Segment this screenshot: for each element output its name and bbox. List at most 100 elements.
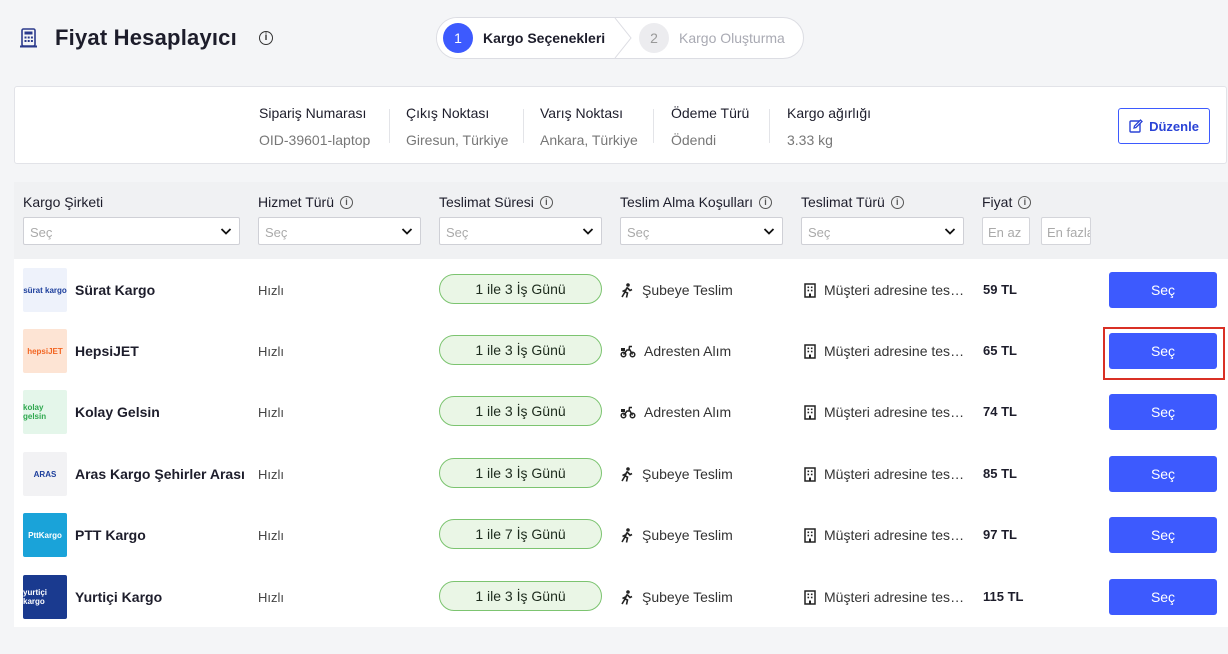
select-placeholder: Seç — [30, 225, 53, 240]
summary-payment: Ödeme Türü Ödendi — [671, 105, 749, 148]
pickup-condition: Adresten Alım — [620, 343, 731, 359]
delivery-label: Müşteri adresine teslimat — [824, 404, 966, 420]
column-label: Hizmet Türü — [258, 194, 334, 210]
delivery-label: Müşteri adresine teslimat — [824, 527, 966, 543]
building-icon — [804, 282, 816, 298]
carrier-name: Sürat Kargo — [75, 282, 156, 298]
service-type: Hızlı — [258, 283, 284, 298]
select-carrier-button[interactable]: Seç — [1109, 517, 1217, 553]
price: 85 TL — [983, 466, 1017, 481]
delivery-filter-select[interactable]: Seç — [801, 217, 964, 245]
step-2-label: Kargo Oluşturma — [679, 30, 785, 46]
summary-origin: Çıkış Noktası Giresun, Türkiye — [406, 105, 508, 148]
service-type: Hızlı — [258, 528, 284, 543]
select-carrier-button[interactable]: Seç — [1109, 579, 1217, 615]
carrier-name: PTT Kargo — [75, 527, 146, 543]
step-chevron-icon — [614, 18, 632, 58]
pickup-filter-select[interactable]: Seç — [620, 217, 783, 245]
column-header-price: Fiyat i — [982, 194, 1032, 210]
chevron-down-icon — [763, 228, 775, 235]
info-icon[interactable]: i — [759, 195, 773, 209]
column-label: Teslimat Türü — [801, 194, 885, 210]
duration-badge: 1 ile 3 İş Günü — [439, 335, 602, 365]
select-placeholder: Seç — [446, 225, 469, 240]
duration-badge: 1 ile 3 İş Günü — [439, 581, 602, 611]
summary-order-number: Sipariş Numarası OID-39601-laptop — [259, 105, 370, 148]
carrier-logo: ARAS — [23, 452, 67, 496]
divider — [769, 109, 770, 143]
duration-badge: 1 ile 3 İş Günü — [439, 458, 602, 488]
edit-button[interactable]: Düzenle — [1118, 108, 1210, 144]
select-carrier-button[interactable]: Seç — [1109, 456, 1217, 492]
divider — [523, 109, 524, 143]
pickup-label: Şubeye Teslim — [642, 282, 733, 298]
info-icon[interactable]: i — [890, 195, 904, 209]
order-summary-card: Sipariş Numarası OID-39601-laptop Çıkış … — [14, 86, 1227, 164]
price-max-input[interactable]: En fazla — [1041, 217, 1091, 245]
summary-label: Çıkış Noktası — [406, 105, 490, 121]
select-placeholder: Seç — [627, 225, 650, 240]
pickup-condition: Şubeye Teslim — [620, 589, 733, 605]
service-type: Hızlı — [258, 344, 284, 359]
delivery-label: Müşteri adresine teslimat — [824, 466, 966, 482]
step-2-number: 2 — [639, 23, 669, 53]
pickup-label: Şubeye Teslim — [642, 589, 733, 605]
column-header-delivery: Teslimat Türü i — [801, 194, 904, 210]
step-1-number: 1 — [443, 23, 473, 53]
walking-person-icon — [621, 589, 633, 605]
service-filter-select[interactable]: Seç — [258, 217, 421, 245]
walking-person-icon — [621, 282, 633, 298]
summary-label: Kargo ağırlığı — [787, 105, 872, 121]
carrier-logo: yurtiçi kargo — [23, 575, 67, 619]
select-placeholder: Seç — [808, 225, 831, 240]
table-header: Kargo Şirketi Hizmet Türü i Teslimat Süre… — [14, 182, 1228, 259]
summary-label: Varış Noktası — [540, 105, 623, 121]
carrier-logo: kolay gelsin — [23, 390, 67, 434]
delivery-label: Müşteri adresine teslimat — [824, 282, 966, 298]
duration-filter-select[interactable]: Seç — [439, 217, 602, 245]
table-row: PttKargo PTT Kargo Hızlı 1 ile 7 İş Günü… — [14, 504, 1228, 565]
summary-value: Ödendi — [671, 132, 717, 148]
delivery-type: Müşteri adresine teslimat — [804, 466, 974, 482]
building-icon — [804, 589, 816, 605]
divider — [389, 109, 390, 143]
price: 97 TL — [983, 527, 1017, 542]
delivery-label: Müşteri adresine teslimat — [824, 589, 966, 605]
company-filter-select[interactable]: Seç — [23, 217, 240, 245]
divider — [653, 109, 654, 143]
step-1-label: Kargo Seçenekleri — [483, 30, 606, 46]
duration-badge: 1 ile 7 İş Günü — [439, 519, 602, 549]
column-header-duration: Teslimat Süresi i — [439, 194, 553, 210]
pickup-condition: Şubeye Teslim — [620, 527, 733, 543]
pickup-label: Şubeye Teslim — [642, 527, 733, 543]
carrier-name: Aras Kargo Şehirler Arası — [75, 466, 245, 482]
summary-value: 3.33 kg — [787, 132, 833, 148]
chevron-down-icon — [582, 228, 594, 235]
column-label: Teslim Alma Koşulları — [620, 194, 754, 210]
column-header-pickup: Teslim Alma Koşulları i — [620, 194, 773, 210]
summary-value: OID-39601-laptop — [259, 132, 371, 148]
summary-weight: Kargo ağırlığı 3.33 kg — [787, 105, 871, 148]
info-icon[interactable]: i — [539, 195, 553, 209]
duration-badge: 1 ile 3 İş Günü — [439, 396, 602, 426]
step-kargo-secenekleri[interactable]: 1 Kargo Seçenekleri — [437, 18, 619, 58]
select-carrier-button[interactable]: Seç — [1109, 394, 1217, 430]
price-min-input[interactable]: En az — [982, 217, 1030, 245]
highlight-box — [1103, 327, 1225, 380]
service-type: Hızlı — [258, 405, 284, 420]
info-icon[interactable]: i — [1018, 195, 1032, 209]
building-icon — [804, 466, 816, 482]
info-icon[interactable]: i — [259, 31, 273, 45]
building-icon — [804, 527, 816, 543]
carrier-name: Kolay Gelsin — [75, 404, 160, 420]
carrier-name: HepsiJET — [75, 343, 139, 359]
select-placeholder: Seç — [265, 225, 288, 240]
delivery-type: Müşteri adresine teslimat — [804, 589, 974, 605]
walking-person-icon — [621, 466, 633, 482]
summary-label: Ödeme Türü — [671, 105, 750, 121]
carrier-table-body: sürat kargo Sürat Kargo Hızlı 1 ile 3 İş… — [14, 259, 1228, 627]
table-row: ARAS Aras Kargo Şehirler Arası Hızlı 1 i… — [14, 443, 1228, 504]
select-carrier-button[interactable]: Seç — [1109, 272, 1217, 308]
carrier-logo: sürat kargo — [23, 268, 67, 312]
info-icon[interactable]: i — [339, 195, 353, 209]
